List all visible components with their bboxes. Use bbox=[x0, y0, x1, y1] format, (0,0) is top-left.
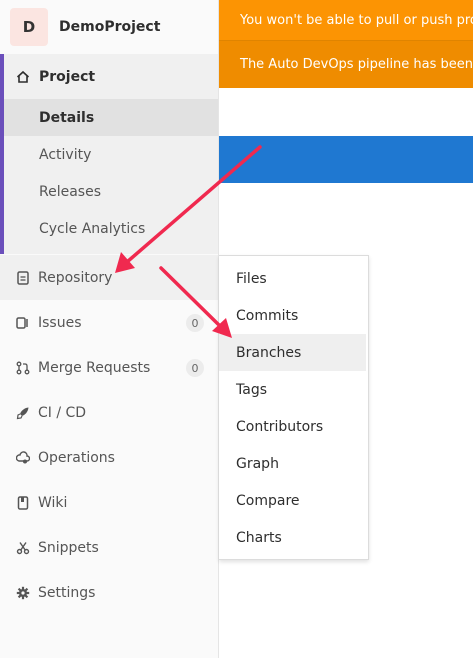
home-icon bbox=[16, 70, 30, 84]
sidebar-item-label: Operations bbox=[38, 449, 115, 466]
auto-devops-banner: The Auto DevOps pipeline has been enable… bbox=[219, 40, 473, 88]
sidebar-item-repository[interactable]: Repository bbox=[0, 255, 218, 300]
sidebar-item-project[interactable]: Project bbox=[4, 54, 218, 99]
document-icon bbox=[16, 270, 30, 285]
rocket-icon bbox=[16, 406, 30, 420]
sidebar-item-label: Wiki bbox=[38, 494, 68, 511]
merge-requests-count-badge: 0 bbox=[186, 359, 204, 377]
sidebar-subitem-details[interactable]: Details bbox=[4, 99, 218, 136]
flyout-item-files[interactable]: Files bbox=[219, 260, 368, 297]
sidebar-item-label: Snippets bbox=[38, 539, 99, 556]
ssh-key-warning-banner: You won't be able to pull or push projec… bbox=[219, 0, 473, 40]
scissors-icon bbox=[16, 541, 30, 555]
sidebar-subitem-activity[interactable]: Activity bbox=[4, 136, 218, 173]
sidebar-item-label: Repository bbox=[38, 269, 113, 286]
sidebar-subitem-releases[interactable]: Releases bbox=[4, 173, 218, 210]
sidebar-item-label: CI / CD bbox=[38, 404, 87, 421]
issues-icon bbox=[16, 316, 30, 330]
merge-request-icon bbox=[16, 361, 30, 375]
flyout-item-branches[interactable]: Branches bbox=[219, 334, 366, 371]
sidebar-item-operations[interactable]: Operations bbox=[0, 435, 218, 480]
book-icon bbox=[16, 495, 30, 510]
sidebar-item-issues[interactable]: Issues 0 bbox=[0, 300, 218, 345]
sidebar-item-settings[interactable]: Settings bbox=[0, 570, 218, 615]
flyout-item-tags[interactable]: Tags bbox=[219, 371, 368, 408]
project-name[interactable]: DemoProject bbox=[59, 19, 160, 35]
flyout-item-compare[interactable]: Compare bbox=[219, 482, 368, 519]
sidebar-project-section: Project Details Activity Releases Cycle … bbox=[0, 54, 218, 254]
sidebar-item-merge-requests[interactable]: Merge Requests 0 bbox=[0, 345, 218, 390]
flyout-item-commits[interactable]: Commits bbox=[219, 297, 368, 334]
sidebar-item-snippets[interactable]: Snippets bbox=[0, 525, 218, 570]
project-header[interactable]: D DemoProject bbox=[0, 0, 218, 54]
issues-count-badge: 0 bbox=[186, 314, 204, 332]
sidebar-item-label: Merge Requests bbox=[38, 359, 151, 376]
sidebar-item-label: Issues bbox=[38, 314, 82, 331]
sidebar-item-cicd[interactable]: CI / CD bbox=[0, 390, 218, 435]
sidebar-subitem-cycle-analytics[interactable]: Cycle Analytics bbox=[4, 210, 218, 247]
flyout-item-contributors[interactable]: Contributors bbox=[219, 408, 368, 445]
sidebar: D DemoProject Project Details Activity R… bbox=[0, 0, 219, 658]
flyout-item-charts[interactable]: Charts bbox=[219, 519, 368, 556]
cloud-gear-icon bbox=[16, 450, 30, 465]
sidebar-item-label: Settings bbox=[38, 584, 96, 601]
project-avatar[interactable]: D bbox=[10, 8, 48, 46]
content-header-bar bbox=[219, 136, 473, 183]
sidebar-item-label: Project bbox=[39, 68, 96, 85]
sidebar-item-wiki[interactable]: Wiki bbox=[0, 480, 218, 525]
repository-flyout-menu: Files Commits Branches Tags Contributors… bbox=[219, 255, 369, 560]
flyout-item-graph[interactable]: Graph bbox=[219, 445, 368, 482]
gear-icon bbox=[16, 586, 30, 600]
